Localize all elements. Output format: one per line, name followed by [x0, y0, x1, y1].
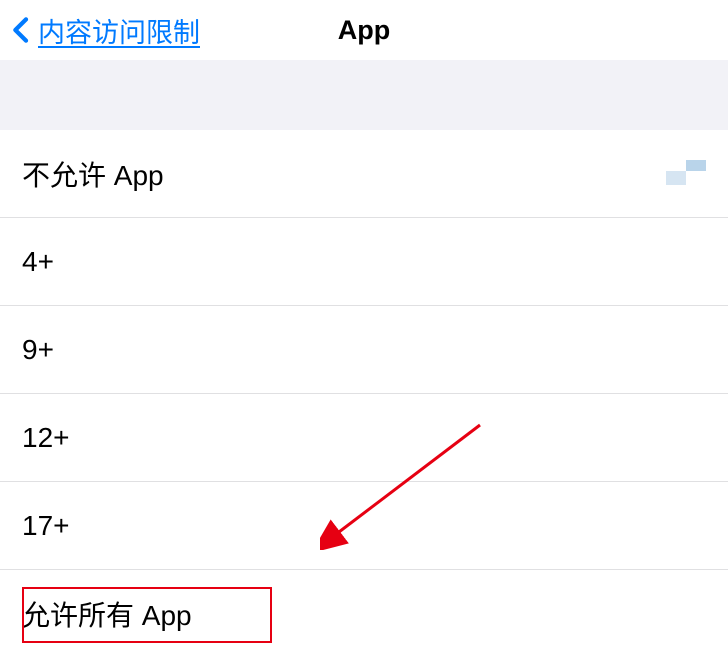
- back-button[interactable]: 内容访问限制: [0, 11, 200, 50]
- option-17plus[interactable]: 17+: [0, 482, 728, 570]
- nav-header: 内容访问限制 App: [0, 0, 728, 60]
- option-allow-all-apps[interactable]: 允许所有 App: [0, 570, 728, 658]
- section-gap: [0, 60, 728, 130]
- option-label: 不允许 App: [22, 154, 164, 194]
- back-label: 内容访问限制: [38, 11, 200, 50]
- checkmark-icon: [666, 160, 706, 188]
- page-title: App: [338, 15, 390, 46]
- option-disallow-apps[interactable]: 不允许 App: [0, 130, 728, 218]
- option-label: 9+: [22, 334, 54, 366]
- chevron-left-icon: [6, 14, 38, 46]
- option-9plus[interactable]: 9+: [0, 306, 728, 394]
- option-12plus[interactable]: 12+: [0, 394, 728, 482]
- options-list: 不允许 App 4+ 9+ 12+ 17+ 允许所有 App: [0, 130, 728, 658]
- option-label: 12+: [22, 422, 70, 454]
- option-4plus[interactable]: 4+: [0, 218, 728, 306]
- option-label: 4+: [22, 246, 54, 278]
- option-label: 17+: [22, 510, 70, 542]
- option-label: 允许所有 App: [22, 594, 192, 634]
